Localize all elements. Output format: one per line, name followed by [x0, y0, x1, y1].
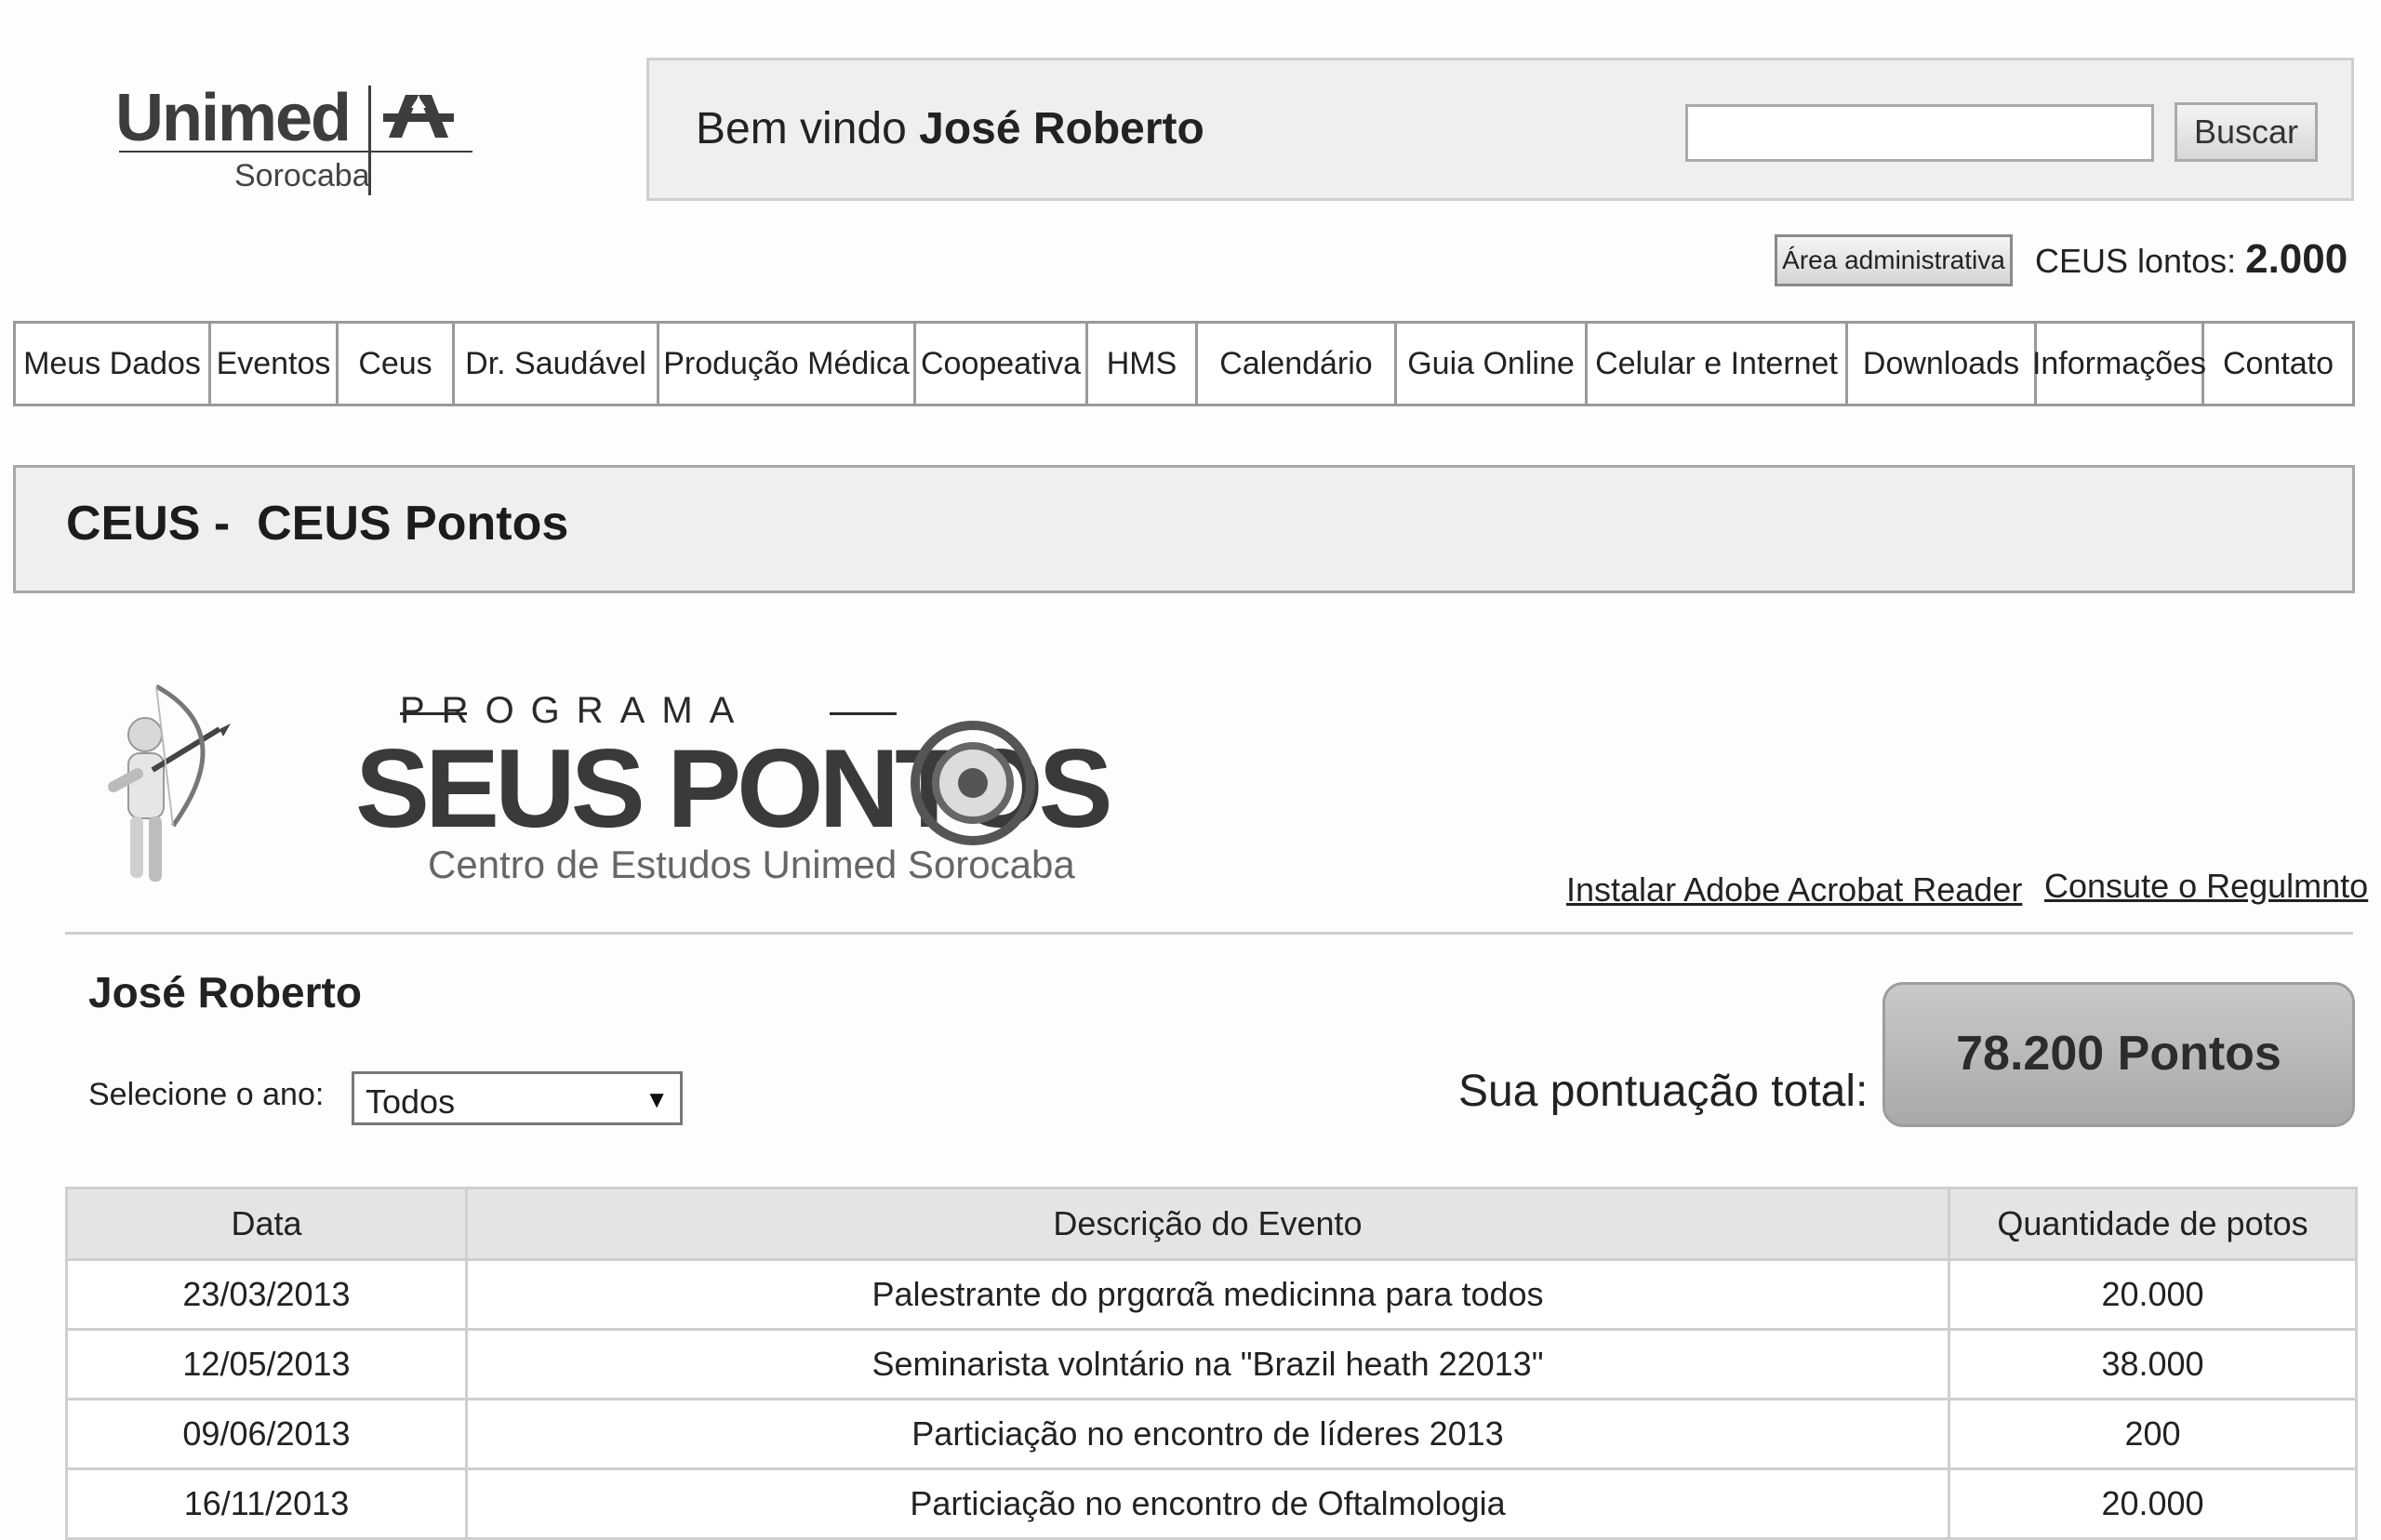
nav-item-calendario[interactable]: Calendário — [1198, 324, 1397, 404]
nav-item-eventos[interactable]: Eventos — [211, 324, 339, 404]
archer-icon — [108, 684, 231, 882]
logo-underline — [119, 151, 472, 153]
table-row: 09/06/2013 Particiação no encontro de lí… — [65, 1398, 2358, 1470]
nav-item-hms[interactable]: HMS — [1088, 324, 1198, 404]
section-divider — [65, 932, 2353, 935]
cell-date: 23/03/2013 — [65, 1258, 468, 1331]
column-header-date: Data — [65, 1187, 468, 1261]
cell-description: Particiação no encontro de líderes 2013 — [465, 1398, 1950, 1470]
table-header-row: Data Descrição do Evento Quantidade de p… — [65, 1187, 2358, 1261]
cell-date: 12/05/2013 — [65, 1328, 468, 1401]
score-label: Sua pontuação total: — [1458, 1067, 1869, 1116]
cell-date: 09/06/2013 — [65, 1398, 468, 1470]
cell-points: 20.000 — [1948, 1467, 2358, 1540]
year-select-label: Selecione o ano: — [88, 1077, 325, 1112]
cell-points: 20.000 — [1948, 1258, 2358, 1331]
table-row: 23/03/2013 Palestrante do prgαrα̃a medic… — [65, 1258, 2358, 1331]
search-button[interactable]: Buscar — [2175, 102, 2318, 162]
table-row: 16/11/2013 Particiação no encontro de Of… — [65, 1467, 2358, 1540]
header-bar: Bem vindo José Roberto Buscar — [646, 58, 2354, 201]
welcome-message: Bem vindo José Roberto — [696, 103, 1204, 154]
admin-area-button[interactable]: Área administrativa — [1775, 234, 2013, 286]
cell-description: Particiação no encontro de Oftalmologia — [465, 1467, 1950, 1540]
logo-city-text: Sorocaba — [234, 158, 370, 193]
program-subtitle: Centro de Estudos Unimed Sorocaba — [428, 843, 1075, 886]
regulamento-link[interactable]: Consute o Regulmnto — [2044, 867, 2368, 906]
main-nav: Meus Dados Eventos Ceus Dr. Saudável Pro… — [13, 321, 2355, 406]
nav-item-guia-online[interactable]: Guia Online — [1397, 324, 1588, 404]
unimed-logo-icon — [383, 95, 454, 138]
events-table: Data Descrição do Evento Quantidade de p… — [65, 1187, 2358, 1540]
search-input[interactable] — [1685, 104, 2154, 162]
target-icon — [911, 721, 1035, 845]
nav-item-informacoes[interactable]: Informações — [2032, 324, 2206, 404]
nav-item-celular-internet[interactable]: Celular e Internet — [1588, 324, 1848, 404]
cell-points: 200 — [1948, 1398, 2358, 1470]
nav-item-meus-dados[interactable]: Meus Dados — [16, 324, 211, 404]
welcome-user-name: José Roberto — [919, 104, 1204, 153]
user-name-heading: José Roberto — [88, 968, 362, 1016]
nav-item-dr-saudavel[interactable]: Dr. Saudável — [455, 324, 659, 404]
cell-date: 16/11/2013 — [65, 1467, 468, 1540]
ceus-points-label: CEUS lontos: — [2035, 242, 2237, 280]
nav-item-contato[interactable]: Contato — [2204, 324, 2352, 404]
logo-brand-text: Unimed — [115, 81, 352, 155]
dropdown-arrow-icon: ▼ — [645, 1085, 669, 1113]
column-header-description: Descrição do Evento — [465, 1187, 1950, 1261]
program-rule-right — [830, 712, 897, 715]
nav-item-downloads[interactable]: Downloads — [1848, 324, 2037, 404]
score-value: 78.200 Pontos — [1956, 1027, 2281, 1081]
score-badge: 78.200 Pontos — [1882, 982, 2355, 1127]
table-row: 12/05/2013 Seminarista volntário na "Bra… — [65, 1328, 2358, 1401]
section-header: CEUS - CEUS Pontos — [13, 465, 2355, 593]
cell-description: Seminarista volntário na "Brazil heath 2… — [465, 1328, 1950, 1401]
year-select-value: Todos — [366, 1082, 456, 1121]
install-acrobat-link[interactable]: Instalar Adobe Acrobat Reader — [1566, 870, 2022, 909]
unimed-logo[interactable]: Unimed Sorocaba — [110, 80, 482, 210]
ceus-points-value: 2.000 — [2245, 236, 2348, 282]
nav-item-cooperativa[interactable]: Coopeativa — [916, 324, 1088, 404]
welcome-prefix: Bem vindo — [696, 104, 920, 153]
year-select[interactable]: Todos ▼ — [352, 1071, 683, 1125]
cell-points: 38.000 — [1948, 1328, 2358, 1401]
nav-item-producao-medica[interactable]: Produção Médica — [659, 324, 916, 404]
ceus-points-summary: CEUS lontos: 2.000 — [2035, 236, 2348, 283]
nav-item-ceus[interactable]: Ceus — [339, 324, 455, 404]
cell-description: Palestrante do prgαrα̃a medicinna para t… — [465, 1258, 1950, 1331]
column-header-points: Quantidade de potos — [1948, 1187, 2358, 1261]
page-title: CEUS - CEUS Pontos — [66, 497, 569, 551]
